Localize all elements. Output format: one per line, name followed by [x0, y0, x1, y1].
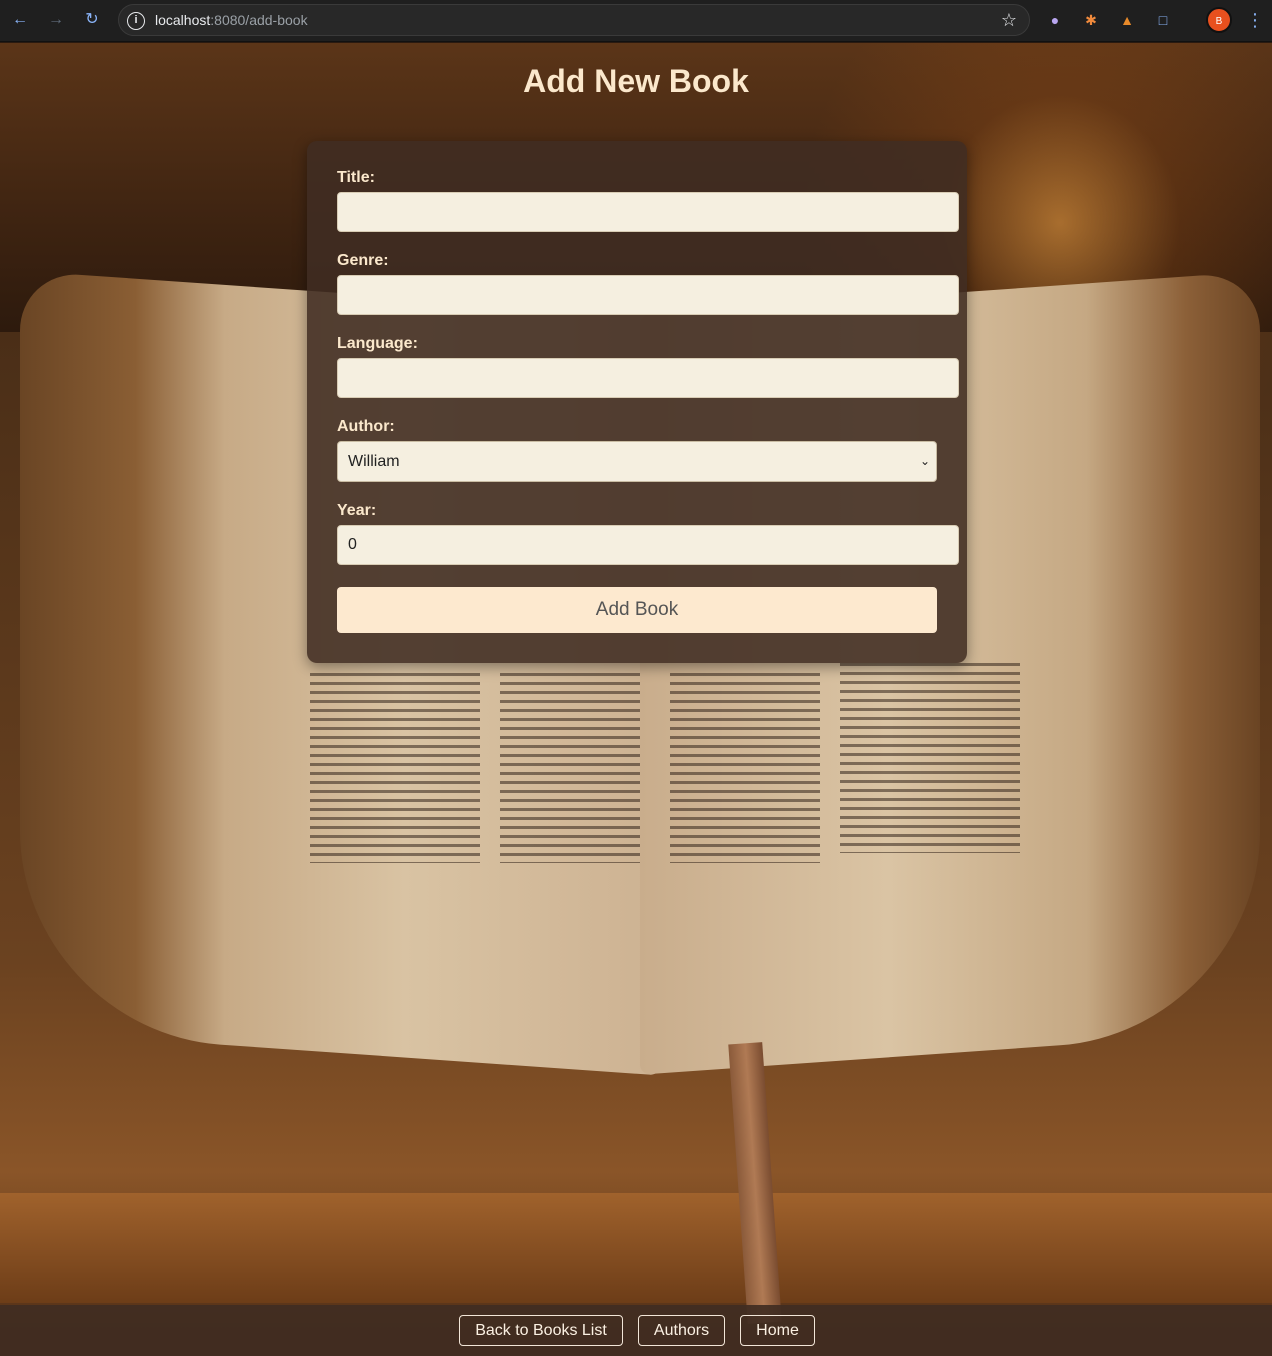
author-selected-value: William: [348, 453, 400, 470]
title-label: Title:: [337, 169, 375, 186]
authors-link[interactable]: Authors: [638, 1315, 725, 1346]
footer-nav: Back to Books List Authors Home: [0, 1305, 1272, 1356]
site-info-icon[interactable]: i: [127, 12, 145, 30]
add-book-button[interactable]: Add Book: [337, 587, 937, 633]
back-to-books-link[interactable]: Back to Books List: [459, 1315, 623, 1346]
genre-label: Genre:: [337, 252, 389, 269]
chevron-down-icon: ⌄: [919, 454, 930, 468]
fox-extension-icon[interactable]: ▲: [1116, 9, 1138, 31]
page-title: Add New Book: [523, 63, 749, 99]
back-arrow-icon[interactable]: ←: [8, 8, 32, 32]
browser-toolbar: ← → ↻ i localhost:8080/add-book ☆ ● ✱ ▲ …: [0, 0, 1272, 42]
url-path: :8080/add-book: [210, 12, 308, 28]
add-book-form: Title: Genre: Language: Author: William …: [307, 141, 967, 663]
home-link[interactable]: Home: [740, 1315, 815, 1346]
url-text[interactable]: localhost:8080/add-book: [155, 12, 308, 28]
book-text-column: [840, 663, 1020, 853]
book-text-column: [500, 673, 640, 863]
book-text-column: [670, 673, 820, 863]
reload-icon[interactable]: ↻: [80, 8, 104, 32]
page-background: Add New Book Title: Genre: Language: Aut…: [0, 43, 1272, 1356]
profile-avatar[interactable]: B: [1206, 7, 1232, 33]
author-label: Author:: [337, 418, 395, 435]
year-label: Year:: [337, 502, 377, 519]
url-host: localhost: [155, 12, 211, 28]
book-text-column: [310, 673, 480, 863]
forward-arrow-icon[interactable]: →: [44, 8, 68, 32]
address-bar[interactable]: i localhost:8080/add-book ☆: [118, 4, 1030, 36]
author-select[interactable]: William ⌄: [337, 441, 937, 482]
puzzle-extension-icon[interactable]: □: [1152, 9, 1174, 31]
kebab-menu-icon[interactable]: ⋮: [1246, 8, 1264, 32]
language-input[interactable]: [337, 358, 959, 398]
ghost-extension-icon[interactable]: ●: [1044, 9, 1066, 31]
wooden-table: [0, 1193, 1272, 1303]
spark-extension-icon[interactable]: ✱: [1080, 9, 1102, 31]
year-input[interactable]: [337, 525, 959, 565]
genre-input[interactable]: [337, 275, 959, 315]
language-label: Language:: [337, 335, 418, 352]
title-input[interactable]: [337, 192, 959, 232]
bookmark-star-icon[interactable]: ☆: [1001, 10, 1017, 31]
